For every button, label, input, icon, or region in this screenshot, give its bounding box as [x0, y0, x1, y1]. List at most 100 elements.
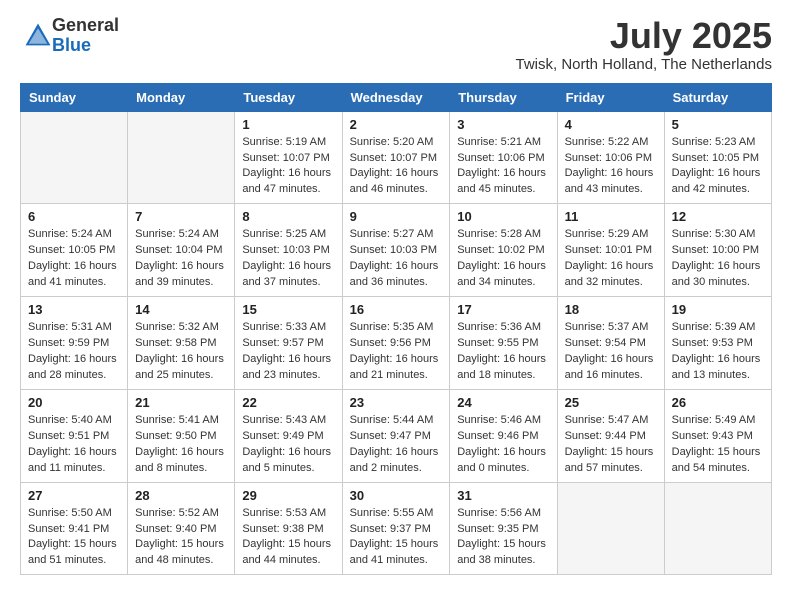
table-row: 17 Sunrise: 5:36 AM Sunset: 9:55 PM Dayli…	[450, 297, 557, 390]
day-info: Sunrise: 5:43 AM Sunset: 9:49 PM Dayligh…	[242, 413, 334, 477]
day-info: Sunrise: 5:53 AM Sunset: 9:38 PM Dayligh…	[242, 506, 334, 570]
table-row	[21, 111, 128, 204]
table-row: 1Sunrise: 5:19 AM Sunset: 10:07 PM Dayli…	[235, 111, 342, 204]
table-row	[128, 111, 235, 204]
day-number: 6	[28, 209, 120, 224]
table-row: 31Sunrise: 5:56 AM Sunset: 9:35 PM Dayli…	[450, 482, 557, 575]
table-row: 23 Sunrise: 5:44 AM Sunset: 9:47 PM Dayli…	[342, 389, 450, 482]
table-row: 14 Sunrise: 5:32 AM Sunset: 9:58 PM Dayli…	[128, 297, 235, 390]
day-info: Sunrise: 5:55 AM Sunset: 9:37 PM Dayligh…	[350, 506, 443, 570]
day-number: 1	[242, 117, 334, 132]
col-tuesday: Tuesday	[235, 83, 342, 111]
day-number: 29	[242, 488, 334, 503]
logo-blue: Blue	[52, 36, 119, 56]
day-info: Sunrise: 5:31 AM Sunset: 9:59 PM Dayligh…	[28, 320, 120, 384]
day-number: 26	[672, 395, 764, 410]
day-info: Sunrise: 5:29 AM Sunset: 10:01 PM Daylig…	[565, 227, 657, 291]
table-row: 13 Sunrise: 5:31 AM Sunset: 9:59 PM Dayli…	[21, 297, 128, 390]
day-number: 13	[28, 302, 120, 317]
calendar-week-row: 13 Sunrise: 5:31 AM Sunset: 9:59 PM Dayli…	[21, 297, 772, 390]
day-info: Sunrise: 5:24 AM Sunset: 10:04 PM Daylig…	[135, 227, 227, 291]
table-row: 28Sunrise: 5:52 AM Sunset: 9:40 PM Dayli…	[128, 482, 235, 575]
table-row: 10 Sunrise: 5:28 AM Sunset: 10:02 PM Dayl…	[450, 204, 557, 297]
day-number: 7	[135, 209, 227, 224]
day-info: Sunrise: 5:44 AM Sunset: 9:47 PM Dayligh…	[350, 413, 443, 477]
title-block: July 2025 Twisk, North Holland, The Neth…	[515, 16, 772, 73]
day-number: 3	[457, 117, 549, 132]
day-info: Sunrise: 5:49 AM Sunset: 9:43 PM Dayligh…	[672, 413, 764, 477]
table-row: 15Sunrise: 5:33 AM Sunset: 9:57 PM Dayli…	[235, 297, 342, 390]
table-row: 24 Sunrise: 5:46 AM Sunset: 9:46 PM Dayli…	[450, 389, 557, 482]
day-number: 23	[350, 395, 443, 410]
day-info: Sunrise: 5:35 AM Sunset: 9:56 PM Dayligh…	[350, 320, 443, 384]
calendar-week-row: 27 Sunrise: 5:50 AM Sunset: 9:41 PM Dayli…	[21, 482, 772, 575]
page: General Blue July 2025 Twisk, North Holl…	[0, 0, 792, 612]
day-info: Sunrise: 5:40 AM Sunset: 9:51 PM Dayligh…	[28, 413, 120, 477]
day-number: 10	[457, 209, 549, 224]
col-monday: Monday	[128, 83, 235, 111]
table-row	[664, 482, 771, 575]
day-info: Sunrise: 5:20 AM Sunset: 10:07 PM Daylig…	[350, 135, 443, 199]
table-row: 3 Sunrise: 5:21 AM Sunset: 10:06 PM Dayli…	[450, 111, 557, 204]
location: Twisk, North Holland, The Netherlands	[515, 56, 772, 73]
day-info: Sunrise: 5:28 AM Sunset: 10:02 PM Daylig…	[457, 227, 549, 291]
day-info: Sunrise: 5:24 AM Sunset: 10:05 PM Daylig…	[28, 227, 120, 291]
header: General Blue July 2025 Twisk, North Holl…	[20, 16, 772, 73]
table-row: 6 Sunrise: 5:24 AM Sunset: 10:05 PM Dayli…	[21, 204, 128, 297]
day-number: 28	[135, 488, 227, 503]
day-info: Sunrise: 5:32 AM Sunset: 9:58 PM Dayligh…	[135, 320, 227, 384]
logo-general: General	[52, 16, 119, 36]
col-friday: Friday	[557, 83, 664, 111]
day-info: Sunrise: 5:50 AM Sunset: 9:41 PM Dayligh…	[28, 506, 120, 570]
day-info: Sunrise: 5:27 AM Sunset: 10:03 PM Daylig…	[350, 227, 443, 291]
logo-icon	[24, 22, 52, 50]
day-info: Sunrise: 5:36 AM Sunset: 9:55 PM Dayligh…	[457, 320, 549, 384]
table-row: 7 Sunrise: 5:24 AM Sunset: 10:04 PM Dayli…	[128, 204, 235, 297]
day-number: 19	[672, 302, 764, 317]
day-number: 30	[350, 488, 443, 503]
table-row: 22 Sunrise: 5:43 AM Sunset: 9:49 PM Dayli…	[235, 389, 342, 482]
day-number: 5	[672, 117, 764, 132]
day-info: Sunrise: 5:30 AM Sunset: 10:00 PM Daylig…	[672, 227, 764, 291]
col-sunday: Sunday	[21, 83, 128, 111]
day-number: 24	[457, 395, 549, 410]
day-number: 16	[350, 302, 443, 317]
day-info: Sunrise: 5:47 AM Sunset: 9:44 PM Dayligh…	[565, 413, 657, 477]
day-number: 11	[565, 209, 657, 224]
table-row: 4Sunrise: 5:22 AM Sunset: 10:06 PM Dayli…	[557, 111, 664, 204]
day-info: Sunrise: 5:56 AM Sunset: 9:35 PM Dayligh…	[457, 506, 549, 570]
table-row: 18Sunrise: 5:37 AM Sunset: 9:54 PM Dayli…	[557, 297, 664, 390]
table-row: 11 Sunrise: 5:29 AM Sunset: 10:01 PM Dayl…	[557, 204, 664, 297]
day-number: 27	[28, 488, 120, 503]
day-info: Sunrise: 5:33 AM Sunset: 9:57 PM Dayligh…	[242, 320, 334, 384]
day-number: 17	[457, 302, 549, 317]
logo-text: General Blue	[52, 16, 119, 56]
day-info: Sunrise: 5:39 AM Sunset: 9:53 PM Dayligh…	[672, 320, 764, 384]
table-row: 21Sunrise: 5:41 AM Sunset: 9:50 PM Dayli…	[128, 389, 235, 482]
table-row: 9Sunrise: 5:27 AM Sunset: 10:03 PM Dayli…	[342, 204, 450, 297]
col-thursday: Thursday	[450, 83, 557, 111]
table-row: 30 Sunrise: 5:55 AM Sunset: 9:37 PM Dayli…	[342, 482, 450, 575]
day-number: 2	[350, 117, 443, 132]
calendar-week-row: 1Sunrise: 5:19 AM Sunset: 10:07 PM Dayli…	[21, 111, 772, 204]
day-info: Sunrise: 5:21 AM Sunset: 10:06 PM Daylig…	[457, 135, 549, 199]
table-row: 20Sunrise: 5:40 AM Sunset: 9:51 PM Dayli…	[21, 389, 128, 482]
table-row: 12 Sunrise: 5:30 AM Sunset: 10:00 PM Dayl…	[664, 204, 771, 297]
day-number: 4	[565, 117, 657, 132]
day-number: 18	[565, 302, 657, 317]
table-row: 19 Sunrise: 5:39 AM Sunset: 9:53 PM Dayli…	[664, 297, 771, 390]
month-title: July 2025	[515, 16, 772, 56]
table-row: 26 Sunrise: 5:49 AM Sunset: 9:43 PM Dayli…	[664, 389, 771, 482]
day-info: Sunrise: 5:23 AM Sunset: 10:05 PM Daylig…	[672, 135, 764, 199]
day-number: 14	[135, 302, 227, 317]
table-row: 2 Sunrise: 5:20 AM Sunset: 10:07 PM Dayli…	[342, 111, 450, 204]
col-wednesday: Wednesday	[342, 83, 450, 111]
logo: General Blue	[20, 16, 119, 56]
day-number: 22	[242, 395, 334, 410]
day-info: Sunrise: 5:46 AM Sunset: 9:46 PM Dayligh…	[457, 413, 549, 477]
day-number: 12	[672, 209, 764, 224]
day-info: Sunrise: 5:41 AM Sunset: 9:50 PM Dayligh…	[135, 413, 227, 477]
day-number: 8	[242, 209, 334, 224]
col-saturday: Saturday	[664, 83, 771, 111]
calendar-week-row: 20Sunrise: 5:40 AM Sunset: 9:51 PM Dayli…	[21, 389, 772, 482]
